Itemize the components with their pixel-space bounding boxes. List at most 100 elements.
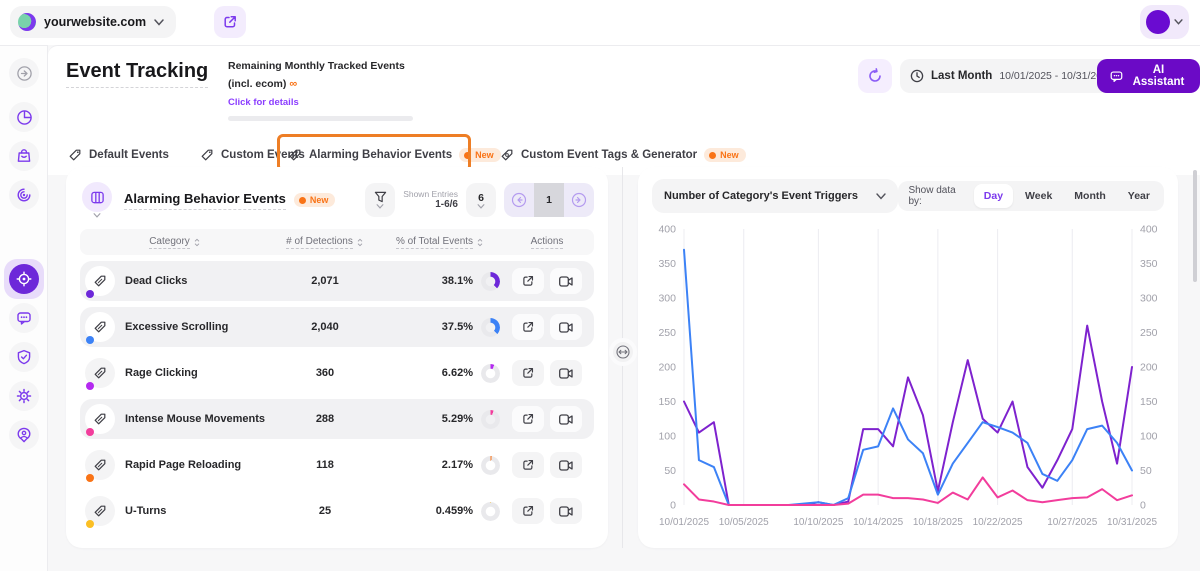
user-location-icon[interactable]: [9, 420, 39, 450]
tag-icon: [85, 358, 115, 388]
privacy-shield-icon[interactable]: [9, 342, 39, 372]
chart-metric-label: Number of Category's Event Triggers: [664, 190, 858, 202]
settings-gear-icon[interactable]: [9, 381, 39, 411]
click-for-details-link[interactable]: Click for details: [228, 97, 299, 108]
column-header-percent[interactable]: % of Total Events: [380, 236, 500, 249]
table-row[interactable]: Rage Clicking 360 6.62%: [80, 353, 594, 393]
watch-recordings-button[interactable]: [550, 268, 582, 294]
watch-recordings-button[interactable]: [550, 498, 582, 524]
watch-recordings-button[interactable]: [550, 406, 582, 432]
svg-text:400: 400: [1140, 224, 1158, 236]
svg-text:50: 50: [664, 465, 676, 477]
open-events-button[interactable]: [512, 406, 544, 432]
table-row[interactable]: Intense Mouse Movements 288 5.29%: [80, 399, 594, 439]
chart-metric-dropdown[interactable]: Number of Category's Event Triggers: [652, 179, 898, 213]
svg-text:350: 350: [658, 258, 676, 270]
external-link-icon: [522, 275, 534, 287]
panel-toggle-icon[interactable]: [9, 58, 39, 88]
chevron-down-icon: [876, 193, 886, 200]
tab-label: Default Events: [89, 149, 169, 161]
category-color-dot: [86, 428, 94, 436]
radar-icon[interactable]: [9, 180, 39, 210]
percent-value: 38.1%: [442, 275, 473, 287]
feedback-chat-icon[interactable]: [9, 303, 39, 333]
open-site-button[interactable]: [214, 6, 246, 38]
table-row[interactable]: Excessive Scrolling 2,040 37.5%: [80, 307, 594, 347]
sort-icon: [356, 238, 364, 247]
sidebar-item-event-tracking[interactable]: [4, 259, 44, 299]
open-events-button[interactable]: [512, 314, 544, 340]
funnel-icon: [374, 191, 387, 203]
page-scrollbar[interactable]: [1193, 170, 1197, 282]
ai-assistant-button[interactable]: AI Assistant: [1097, 59, 1200, 93]
percent-donut: [481, 364, 500, 383]
svg-text:0: 0: [1140, 500, 1146, 512]
filter-button[interactable]: [365, 183, 395, 217]
remaining-events-label: Remaining Monthly Tracked Events (incl. …: [228, 60, 405, 90]
table-type-selector[interactable]: [80, 182, 114, 218]
analytics-pie-icon[interactable]: [9, 102, 39, 132]
table-row[interactable]: Dead Clicks 2,071 38.1%: [80, 261, 594, 301]
orders-bag-icon[interactable]: [9, 141, 39, 171]
sort-icon: [476, 238, 484, 247]
external-link-icon: [522, 505, 534, 517]
column-header-category[interactable]: Category: [80, 236, 270, 249]
chevron-down-icon: [1174, 19, 1183, 25]
table-row[interactable]: Rapid Page Reloading 118 2.17%: [80, 445, 594, 485]
page-size-select[interactable]: 6: [466, 183, 496, 217]
infinity-badge: ∞: [289, 78, 297, 90]
line-chart[interactable]: 0050501001001501502002002502503003003503…: [652, 217, 1164, 533]
percent-value: 2.17%: [442, 459, 473, 471]
svg-text:100: 100: [1140, 431, 1158, 443]
svg-text:10/01/2025: 10/01/2025: [659, 517, 709, 528]
table-row[interactable]: U-Turns 25 0.459%: [80, 491, 594, 531]
svg-text:10/05/2025: 10/05/2025: [719, 517, 769, 528]
open-events-button[interactable]: [512, 452, 544, 478]
category-label: Rage Clicking: [125, 367, 198, 379]
video-camera-icon: [559, 322, 573, 333]
event-tracking-target-icon: [9, 264, 39, 294]
tag-icon: [85, 266, 115, 296]
watch-recordings-button[interactable]: [550, 314, 582, 340]
pagination: 1: [504, 183, 594, 217]
resize-handle[interactable]: [609, 338, 637, 366]
chevron-down-icon: [477, 204, 485, 209]
percent-donut: [481, 410, 500, 429]
open-events-button[interactable]: [512, 498, 544, 524]
tab-default-events[interactable]: Default Events: [68, 140, 169, 170]
percent-value: 6.62%: [442, 367, 473, 379]
interval-year-button[interactable]: Year: [1118, 184, 1160, 208]
category-label: Intense Mouse Movements: [125, 413, 265, 425]
svg-text:10/31/2025: 10/31/2025: [1107, 517, 1157, 528]
detections-value: 25: [270, 505, 380, 517]
next-page-button[interactable]: [564, 183, 594, 217]
interval-month-button[interactable]: Month: [1064, 184, 1116, 208]
shown-entries-label: Shown Entries: [403, 189, 458, 199]
tab-label: Custom Event Tags & Generator: [521, 149, 697, 161]
show-data-by-group: Show data by: Day Week Month Year: [898, 181, 1164, 211]
open-events-button[interactable]: [512, 360, 544, 386]
user-menu[interactable]: [1140, 5, 1189, 39]
svg-text:100: 100: [658, 431, 676, 443]
interval-week-button[interactable]: Week: [1015, 184, 1062, 208]
site-selector[interactable]: yourwebsite.com: [10, 6, 176, 38]
refresh-button[interactable]: [858, 59, 892, 93]
shown-entries: Shown Entries 1-6/6: [403, 189, 458, 211]
watch-recordings-button[interactable]: [550, 360, 582, 386]
svg-text:250: 250: [1140, 327, 1158, 339]
column-header-detections[interactable]: # of Detections: [270, 236, 380, 249]
percent-donut: [481, 456, 500, 475]
arrow-left-circle-icon: [511, 192, 527, 208]
tab-custom-event-tags-generator[interactable]: Custom Event Tags & Generator New: [500, 140, 746, 170]
percent-value: 37.5%: [442, 321, 473, 333]
svg-text:200: 200: [1140, 362, 1158, 374]
previous-page-button[interactable]: [504, 183, 534, 217]
tab-alarming-behavior-events[interactable]: Alarming Behavior Events New: [288, 140, 501, 170]
interval-day-button[interactable]: Day: [974, 184, 1013, 208]
chart-card-header: Number of Category's Event Triggers Show…: [652, 179, 1164, 213]
chevron-down-icon: [93, 213, 101, 218]
video-camera-icon: [559, 414, 573, 425]
watch-recordings-button[interactable]: [550, 452, 582, 478]
svg-text:150: 150: [658, 396, 676, 408]
open-events-button[interactable]: [512, 268, 544, 294]
